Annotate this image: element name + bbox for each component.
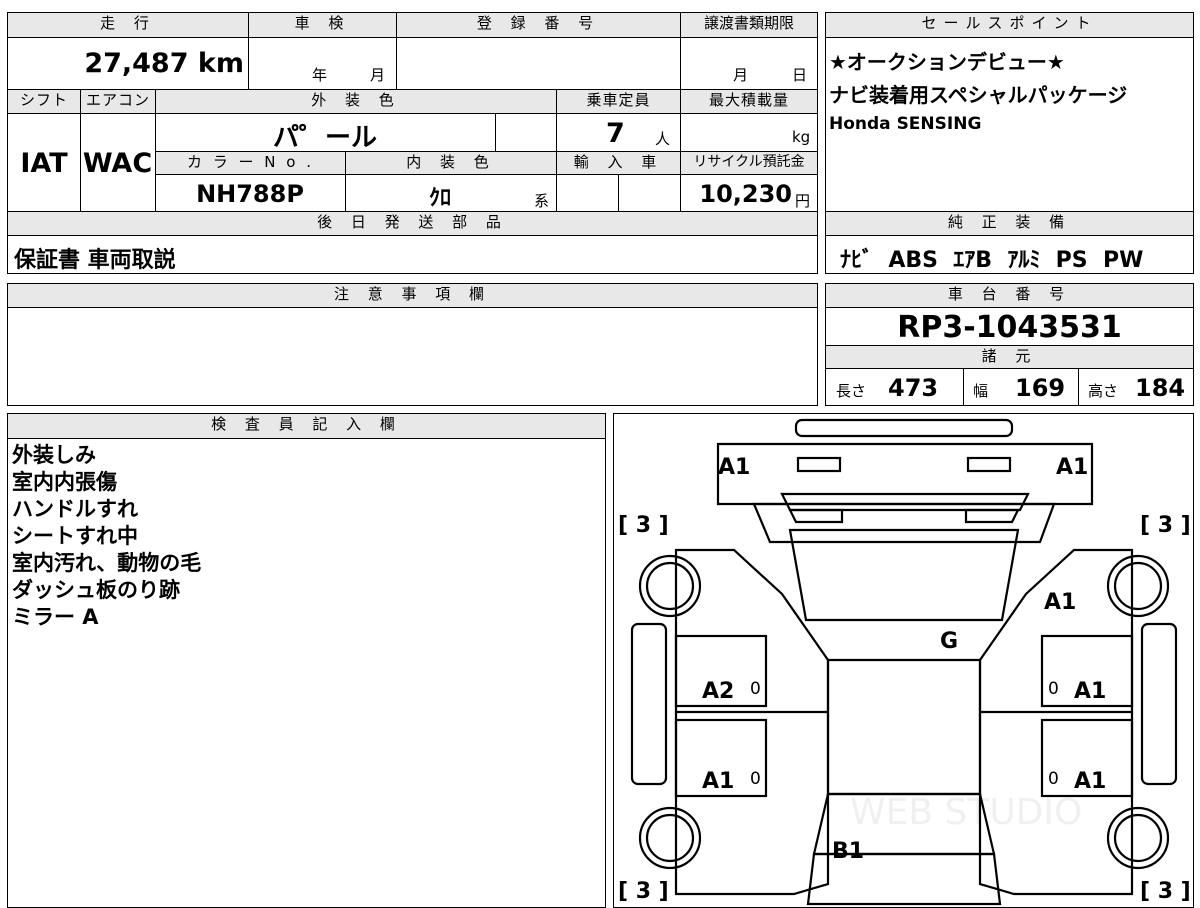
color-number-value: NH788P [196, 180, 304, 208]
sales-point-line: Honda SENSING [829, 114, 982, 134]
height-label: 高さ [1088, 382, 1119, 400]
row5-line [155, 174, 817, 175]
recycle-fee-value: 10,230 [699, 180, 792, 208]
sales-points-header: セールスポイント [826, 13, 1193, 37]
damage-front-right: A1 [1056, 455, 1088, 480]
chassis-number-value: RP3-1043531 [897, 310, 1122, 345]
door-mark: 0 [1048, 679, 1059, 699]
sales-line [826, 37, 1193, 38]
tire-rear-right: [ 3 ] [1140, 879, 1191, 904]
inspector-line [8, 438, 605, 439]
col-divider [1078, 368, 1079, 405]
inspector-note: ミラー A [12, 605, 99, 629]
inspector-note: ダッシュ板のり跡 [12, 578, 180, 602]
door-mark: 0 [750, 769, 761, 789]
ac-value: WAC [82, 148, 153, 179]
inspector-note: 外装しみ [12, 443, 96, 467]
caution-line [8, 307, 817, 308]
col-divider [495, 113, 496, 151]
caution-header: 注 意 事 項 欄 [8, 284, 817, 307]
interior-color-unit: 系 [534, 192, 550, 210]
capacity-unit: 人 [655, 130, 671, 148]
row7-line [8, 235, 817, 236]
height-value: 184 [1135, 374, 1186, 402]
later-parts-header: 後 日 発 送 部 品 [8, 212, 817, 235]
shift-header: シフト [8, 90, 80, 113]
dims-line [826, 368, 1193, 369]
damage-right-fender: A1 [1044, 590, 1076, 615]
max-load-unit: kg [792, 128, 811, 146]
col-divider [396, 37, 397, 89]
exterior-color-value: パ゜ール [272, 123, 377, 153]
later-parts-value: 保証書 車両取説 [14, 248, 176, 273]
length-label: 長さ [836, 382, 867, 400]
transfer-month-unit: 月 [733, 66, 749, 84]
tire-front-left: [ 3 ] [618, 513, 669, 538]
damage-left-front-door: A2 [702, 679, 734, 704]
sales-point-line: ナビ装着用スペシャルパッケージ [829, 83, 1128, 107]
damage-right-rear-door: A1 [1074, 769, 1106, 794]
shift-value: IAT [20, 148, 68, 179]
equipment-value: ﾅﾋﾞ ABS ｴｱB ｱﾙﾐ PS PW [840, 248, 1144, 273]
inspector-note: 室内汚れ、動物の毛 [12, 551, 202, 575]
col-divider [248, 37, 249, 89]
door-mark: 0 [1048, 769, 1059, 789]
damage-rear: B1 [832, 839, 864, 864]
registration-header: 登 録 番 号 [396, 13, 680, 37]
shaken-month-unit: 月 [370, 66, 386, 84]
damage-front-left: A1 [718, 455, 750, 480]
inspector-note: シートすれ中 [12, 524, 138, 548]
row1-line [8, 37, 817, 38]
import-header: 輸 入 車 [556, 152, 680, 174]
ac-header: エアコン [80, 90, 155, 113]
recycle-fee-unit: 円 [795, 192, 811, 210]
max-load-header: 最大積載量 [680, 90, 817, 113]
width-value: 169 [1015, 374, 1066, 402]
watermark: WEB STUDIO [850, 792, 1082, 833]
recycle-fee-header: リサイクル預託金 [680, 152, 817, 174]
interior-color-header: 内 装 色 [345, 152, 556, 174]
interior-color-value: ｸﾛ [428, 186, 451, 211]
color-number-header: カ ラ ー N o . [156, 152, 345, 174]
equipment-header: 純 正 装 備 [826, 212, 1193, 235]
col-divider [963, 368, 964, 405]
car-diagram: A1 A1 A1 G A2 A1 A1 A1 B1 [ 3 ] [ 3 ] [ … [618, 418, 1191, 906]
mileage-header: 走 行 [8, 13, 248, 37]
exterior-color-header: 外 装 色 [155, 90, 556, 113]
equipment-line [826, 235, 1193, 236]
inspector-header: 検 査 員 記 入 欄 [8, 414, 605, 438]
row3-line [8, 113, 817, 114]
inspector-note: ハンドルすれ [12, 497, 138, 521]
col-divider [680, 37, 681, 89]
transfer-deadline-header: 譲渡書類期限 [680, 13, 817, 37]
tire-front-right: [ 3 ] [1140, 513, 1191, 538]
chassis-header: 車 台 番 号 [826, 284, 1193, 307]
sales-point-line: ★オークションデビュー★ [829, 50, 1065, 74]
mileage-value: 27,487 km [84, 48, 244, 79]
width-label: 幅 [973, 382, 989, 400]
damage-windshield: G [940, 629, 958, 654]
sales-points-box [825, 12, 1194, 212]
inspector-note: 室内内張傷 [12, 470, 117, 494]
tire-rear-left: [ 3 ] [618, 879, 669, 904]
damage-left-rear-door: A1 [702, 769, 734, 794]
length-value: 473 [888, 374, 939, 402]
col-divider [618, 174, 619, 211]
door-mark: 0 [750, 679, 761, 699]
damage-diagram-box: A1 A1 A1 G A2 A1 A1 A1 B1 [ 3 ] [ 3 ] [ … [613, 413, 1194, 908]
damage-right-front-door: A1 [1074, 679, 1106, 704]
shaken-year-unit: 年 [312, 66, 328, 84]
shaken-header: 車 検 [248, 13, 396, 37]
chassis-line [826, 307, 1193, 308]
capacity-value: 7 [606, 118, 625, 149]
capacity-header: 乗車定員 [556, 90, 680, 113]
transfer-day-unit: 日 [792, 66, 808, 84]
dimensions-header: 諸 元 [826, 346, 1193, 368]
